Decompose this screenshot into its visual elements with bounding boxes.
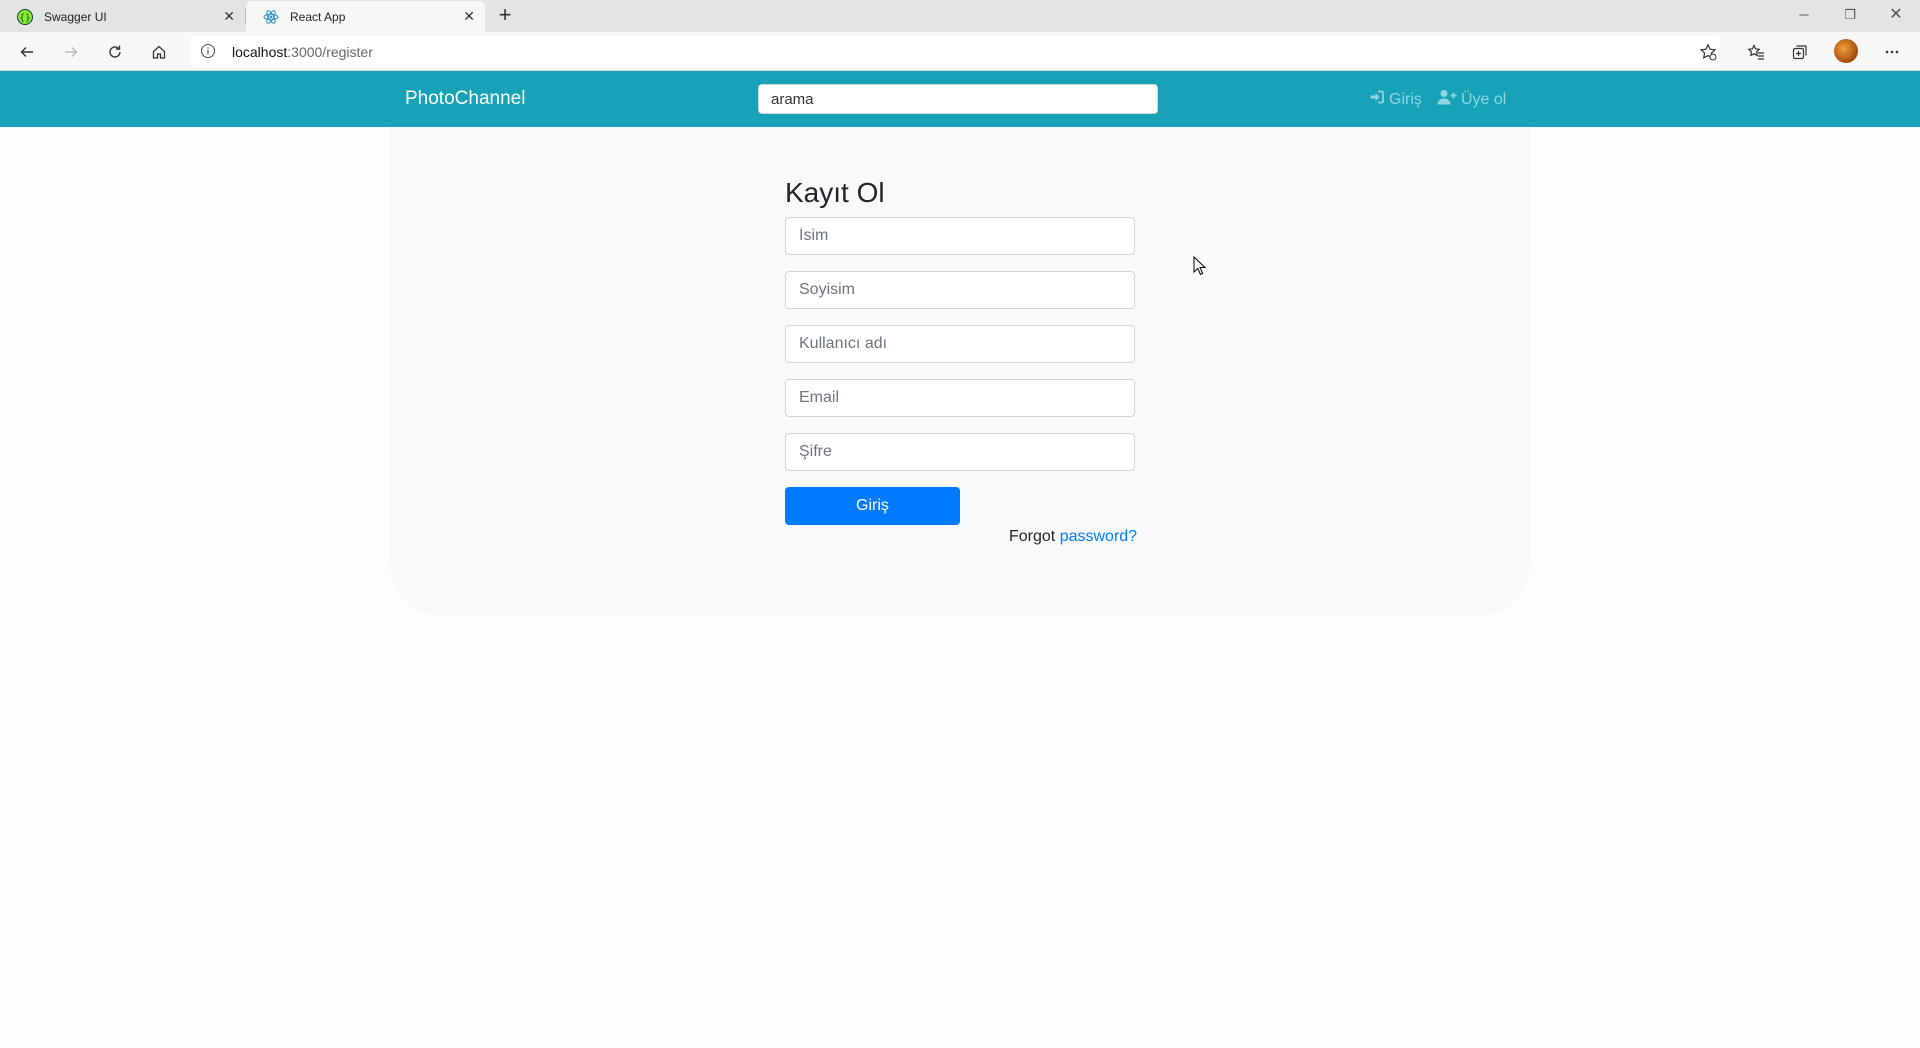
tab-title: Swagger UI xyxy=(44,9,107,24)
register-card xyxy=(390,127,1530,615)
close-tab-icon[interactable]: ✕ xyxy=(223,9,235,23)
brand-logo[interactable]: PhotoChannel xyxy=(405,88,525,110)
window-close-icon[interactable]: ✕ xyxy=(1873,0,1919,32)
address-bar[interactable]: localhost:3000/register xyxy=(190,36,1720,67)
forgot-label: Forgot xyxy=(1009,528,1056,545)
back-icon[interactable] xyxy=(14,39,40,65)
email-field[interactable] xyxy=(785,379,1135,417)
password-field[interactable] xyxy=(785,433,1135,471)
submit-button[interactable]: Giriş xyxy=(785,487,960,525)
close-tab-icon[interactable]: ✕ xyxy=(463,9,475,23)
favorite-add-icon[interactable] xyxy=(1695,39,1721,65)
home-icon[interactable] xyxy=(146,39,172,65)
mouse-cursor-icon xyxy=(1193,255,1207,281)
site-info-icon[interactable] xyxy=(200,43,216,64)
nav-login-link[interactable]: Giriş xyxy=(1369,89,1422,110)
svg-text:{}: {} xyxy=(19,13,30,23)
tab-swagger-ui[interactable]: {} Swagger UI ✕ xyxy=(0,1,245,32)
url-path: :3000/register xyxy=(287,44,373,60)
favorites-icon[interactable] xyxy=(1743,39,1769,65)
app-navbar: PhotoChannel Giriş Üye ol xyxy=(0,71,1920,127)
browser-toolbar: localhost:3000/register xyxy=(0,32,1920,71)
url-text: localhost:3000/register xyxy=(232,44,373,60)
search-input[interactable] xyxy=(758,84,1158,114)
nav-register-label: Üye ol xyxy=(1461,90,1507,108)
first-name-field[interactable] xyxy=(785,217,1135,255)
page-title: Kayıt Ol xyxy=(785,177,885,208)
tab-title: React App xyxy=(290,9,346,24)
nav-login-label: Giriş xyxy=(1389,90,1422,108)
url-host: localhost xyxy=(232,44,288,60)
more-menu-icon[interactable] xyxy=(1879,39,1905,65)
username-field[interactable] xyxy=(785,325,1135,363)
collections-icon[interactable] xyxy=(1787,39,1813,65)
browser-tab-strip: {} Swagger UI ✕ React App ✕ + ─ ❐ ✕ xyxy=(0,0,1920,32)
forgot-password-text: Forgot password? xyxy=(1009,528,1137,546)
tab-react-app[interactable]: React App ✕ xyxy=(246,1,485,32)
sign-in-icon xyxy=(1369,89,1385,110)
forward-icon[interactable] xyxy=(58,39,84,65)
refresh-icon[interactable] xyxy=(102,39,128,65)
profile-avatar[interactable] xyxy=(1834,39,1858,63)
swagger-icon: {} xyxy=(17,8,33,25)
forgot-password-link[interactable]: password? xyxy=(1060,528,1137,545)
nav-register-link[interactable]: Üye ol xyxy=(1437,89,1506,110)
minimize-icon[interactable]: ─ xyxy=(1781,0,1827,32)
react-icon xyxy=(263,9,279,25)
user-plus-icon xyxy=(1437,89,1457,110)
new-tab-icon[interactable]: + xyxy=(493,4,517,28)
last-name-field[interactable] xyxy=(785,271,1135,309)
restore-icon[interactable]: ❐ xyxy=(1827,0,1873,32)
